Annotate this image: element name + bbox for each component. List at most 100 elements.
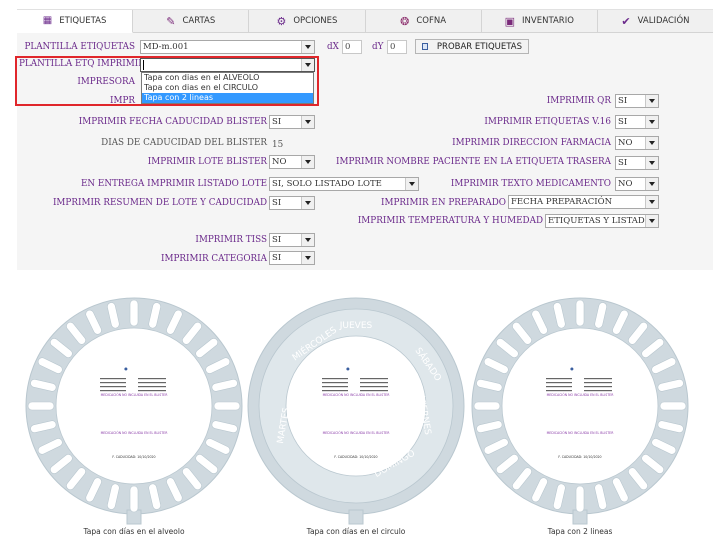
patient-info-line — [138, 378, 166, 380]
option-2-lineas[interactable]: Tapa con 2 lineas — [142, 93, 313, 103]
imprimir-categoria-label: IMPRIMIR CATEGORIA — [161, 254, 267, 264]
dy-input[interactable]: 0 — [387, 40, 407, 54]
alveolus-slot — [659, 401, 687, 411]
expiry-date: F. CADUCIDAD: 10/10/2020 — [112, 455, 155, 459]
patient-info-line — [138, 382, 166, 384]
dy-label: dY — [372, 42, 384, 52]
chevron-down-icon — [645, 215, 658, 227]
etiquetas-v16-label: IMPRIMIR ETIQUETAS V.16 — [484, 117, 611, 127]
blister-cover-previews: ● MEDICACIÓN NO INCLUIDA EN EL BLISTER MED… — [25, 297, 689, 525]
check-icon: ✔ — [621, 14, 631, 28]
imprimir-qr-label: IMPRIMIR QR — [546, 96, 611, 106]
lote-blister-select[interactable]: NO — [269, 155, 315, 169]
patient-info-line — [360, 386, 388, 388]
tab-validacion[interactable]: ✔ VALIDACIÓN — [597, 10, 713, 33]
select-value: SI — [272, 198, 282, 208]
alveolus-slot — [473, 401, 501, 411]
select-value: FECHA PREPARACIÓN — [511, 197, 613, 207]
alveolus-slot — [27, 401, 55, 411]
imprimir-tiss-label: IMPRIMIR TISS — [195, 235, 267, 245]
alveolus-slot — [129, 299, 139, 327]
tab-label: OPCIONES — [293, 16, 338, 26]
chevron-down-icon — [645, 116, 658, 128]
resumen-lote-label: IMPRIMIR RESUMEN DE LOTE Y CADUCIDAD — [52, 198, 267, 208]
medication-note: MEDICACIÓN NO INCLUIDA EN EL BLISTER — [323, 392, 391, 397]
imprimir-preparado-label: IMPRIMIR EN PREPARADO — [381, 198, 506, 208]
tab-opciones[interactable]: ⚙ OPCIONES — [249, 10, 366, 33]
imprimir-preparado-select[interactable]: FECHA PREPARACIÓN — [508, 195, 659, 209]
patient-info-line — [584, 390, 612, 392]
chevron-down-icon — [301, 116, 314, 128]
impresora-label: IMPRESORA — [77, 77, 135, 87]
logo-mark: ● — [346, 366, 350, 371]
chevron-down-icon — [405, 178, 418, 190]
imprimir-tiss-select[interactable]: SI — [269, 233, 315, 247]
chevron-down-icon — [645, 178, 658, 190]
caption-alveolo: Tapa con días en el alveolo — [83, 527, 185, 536]
patient-info-line — [100, 390, 126, 392]
plantilla-etiquetas-select[interactable]: MD-m.001 — [140, 40, 315, 54]
wheel-center — [55, 327, 213, 485]
chevron-down-icon — [645, 157, 658, 169]
dias-caducidad-value[interactable]: 15 — [272, 139, 283, 151]
medication-note: MEDICACIÓN NO INCLUIDA EN EL BLISTER — [547, 392, 615, 397]
tab-label: INVENTARIO — [522, 16, 574, 26]
patient-info-line — [138, 386, 166, 388]
option-circulo[interactable]: Tapa con dias en el CIRCULO — [142, 83, 313, 93]
tab-etiquetas[interactable]: ▦ ETIQUETAS — [17, 10, 134, 33]
select-value: SI — [272, 117, 282, 127]
select-value: SI, SOLO LISTADO LOTE — [272, 179, 382, 189]
tab-cartas[interactable]: ✎ CARTAS — [133, 10, 250, 33]
imprimir-categoria-select[interactable]: SI — [269, 251, 315, 265]
select-value: SI — [618, 117, 628, 127]
chevron-down-icon — [645, 196, 658, 208]
patient-info-line — [546, 382, 572, 384]
day-label: JUEVES — [339, 321, 373, 331]
imprimir-qr-select[interactable]: SI — [615, 94, 659, 108]
alveolus-slot — [575, 299, 585, 327]
probar-etiquetas-button[interactable]: PROBAR ETIQUETAS — [415, 39, 529, 54]
printer-icon — [422, 43, 428, 50]
text-cursor — [143, 60, 144, 70]
chevron-down-icon — [301, 41, 314, 53]
plantilla-etq-imprimible-select[interactable] — [140, 58, 315, 72]
patient-info-line — [322, 378, 348, 380]
caption-2-lineas: Tapa con 2 lineas — [547, 527, 613, 536]
plantilla-etq-imprimible-label: PLANTILLA ETQ IMPRIMIBLE — [19, 59, 157, 69]
chevron-down-icon — [301, 252, 314, 264]
tab-label: VALIDACIÓN — [637, 16, 690, 26]
select-value: NO — [618, 138, 633, 148]
button-label: PROBAR ETIQUETAS — [436, 41, 522, 52]
temperatura-humedad-select[interactable]: ETIQUETAS Y LISTADO — [545, 214, 659, 228]
nombre-paciente-select[interactable]: SI — [615, 156, 659, 170]
select-value: NO — [272, 157, 287, 167]
tab-cofna[interactable]: ❂ COFNA — [365, 10, 482, 33]
texto-medicamento-select[interactable]: NO — [615, 177, 659, 191]
patient-info-line — [100, 386, 126, 388]
tab-bar: ▦ ETIQUETAS ✎ CARTAS ⚙ OPCIONES ❂ COFNA … — [17, 9, 713, 33]
select-value: ETIQUETAS Y LISTADO — [548, 216, 652, 226]
medication-note: MEDICACIÓN NO INCLUIDA EN EL BLISTER — [547, 430, 615, 435]
plantilla-etiquetas-label: PLANTILLA ETIQUETAS — [24, 42, 135, 52]
entrega-listado-label: EN ENTREGA IMPRIMIR LISTADO LOTE — [80, 179, 267, 189]
option-alveolo[interactable]: Tapa con dias en el ALVEOLO — [142, 73, 313, 83]
tab-inventario[interactable]: ▣ INVENTARIO — [481, 10, 598, 33]
patient-info-line — [584, 386, 612, 388]
patient-info-line — [360, 378, 388, 380]
alveolus-slot — [129, 485, 139, 513]
expiry-date: F. CADUCIDAD: 10/10/2020 — [334, 455, 377, 459]
patient-info-line — [322, 390, 348, 392]
select-value: NO — [618, 179, 633, 189]
dx-input[interactable]: 0 — [342, 40, 362, 54]
etiquetas-v16-select[interactable]: SI — [615, 115, 659, 129]
select-value: SI — [618, 96, 628, 106]
fecha-caducidad-select[interactable]: SI — [269, 115, 315, 129]
direccion-farmacia-select[interactable]: NO — [615, 136, 659, 150]
gears-icon: ⚙ — [276, 14, 287, 28]
entrega-listado-select[interactable]: SI, SOLO LISTADO LOTE — [269, 177, 419, 191]
resumen-lote-select[interactable]: SI — [269, 196, 315, 210]
pencil-icon: ✎ — [166, 14, 176, 28]
plantilla-options-dropdown: Tapa con dias en el ALVEOLO Tapa con dia… — [141, 72, 314, 104]
patient-info-line — [322, 386, 348, 388]
caption-circulo: Tapa con días en el circulo — [306, 527, 406, 536]
